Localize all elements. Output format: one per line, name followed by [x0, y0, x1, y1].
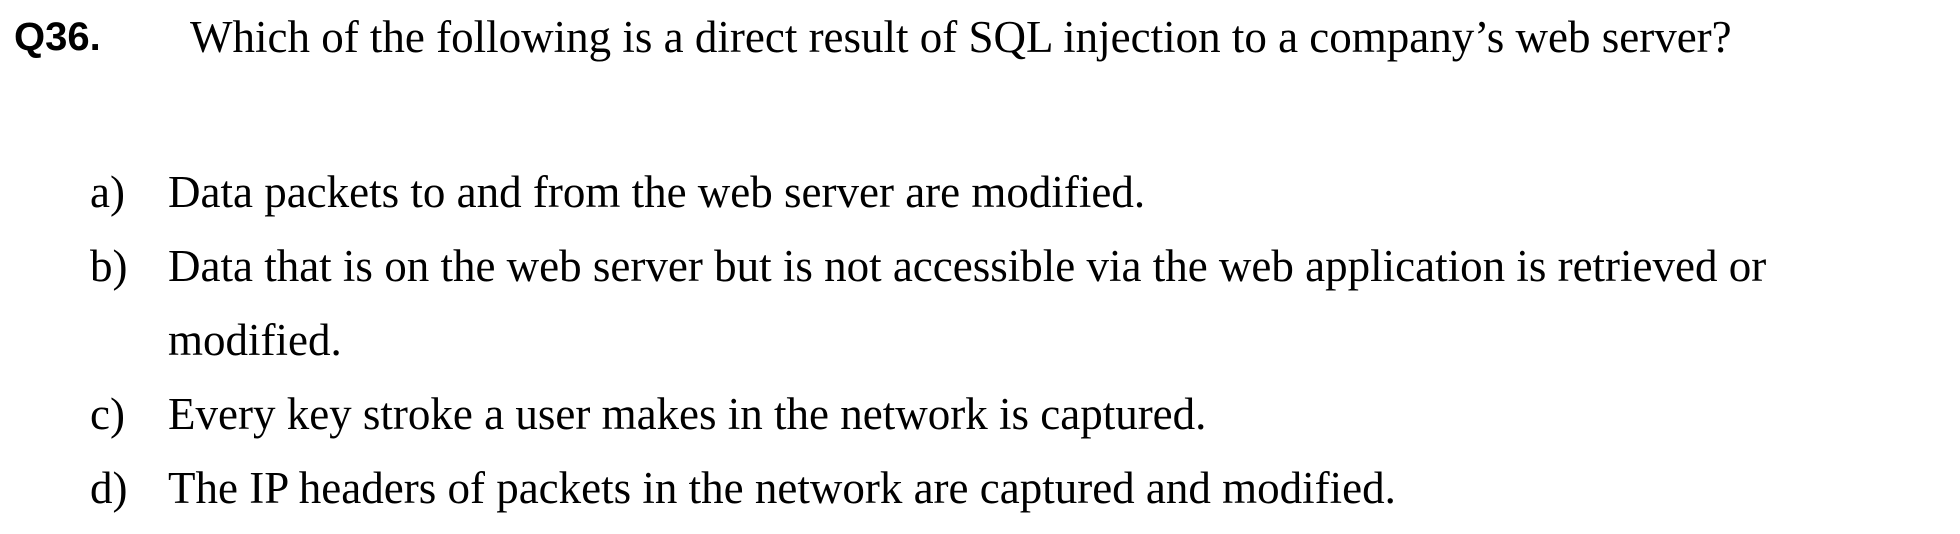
option-a-letter: a): [90, 167, 125, 217]
option-c-letter: c): [90, 389, 125, 439]
option-b-text-line-1: Data that is on the web server but is no…: [168, 241, 1767, 291]
question-number: Q36.: [14, 15, 101, 59]
question-text: Which of the following is a direct resul…: [190, 12, 1732, 62]
option-d-letter: d): [90, 463, 128, 513]
option-a-text: Data packets to and from the web server …: [168, 167, 1146, 217]
option-c-text: Every key stroke a user makes in the net…: [168, 389, 1207, 439]
option-b-letter: b): [90, 241, 128, 291]
option-d-text: The IP headers of packets in the network…: [168, 463, 1396, 513]
option-b-text-line-2: modified.: [168, 315, 342, 365]
